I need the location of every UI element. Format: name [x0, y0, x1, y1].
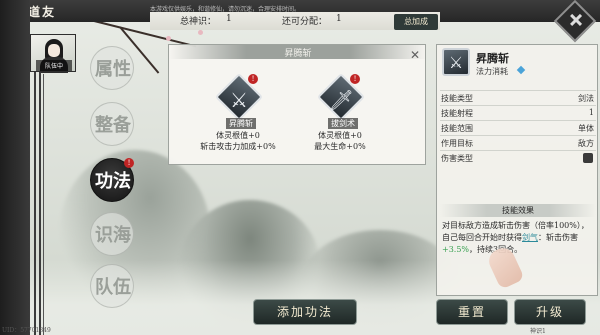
detail-row: 技能范围 单体 [440, 120, 596, 135]
total-sense-label: 总神识： [180, 17, 217, 27]
panel-close-icon[interactable]: ✕ [408, 48, 422, 62]
allocatable-value: 1 [336, 14, 342, 24]
skill-alert-badge: ! [248, 74, 258, 84]
avatar-face [48, 44, 60, 57]
effect-header: 技能效果 [440, 204, 596, 217]
left-strip [0, 0, 30, 335]
skill-detail-icon: ⚔ [442, 48, 470, 76]
frame-line [43, 74, 53, 335]
sword-icon: 🗡 [328, 87, 354, 112]
blossom-deco [166, 36, 171, 41]
detail-row: 作用目标 敌方 [440, 135, 596, 150]
skill-detail-name: 昇腾斩 [476, 52, 509, 65]
tab-attributes[interactable]: 属性 [90, 46, 134, 90]
total-boost-button[interactable]: 总加成 [394, 14, 438, 30]
frame-line [34, 72, 36, 335]
sense-footer-text: 神识1 [530, 328, 546, 335]
sword-icon: ⚔ [230, 87, 248, 112]
skill-detail-panel [436, 44, 598, 296]
effect-text: 对目标敌方造成斩击伤害（倍率100%），自己每回合开始时获得剑气：斩击伤害+3.… [442, 221, 589, 254]
skill-stat-line: 斩击攻击力加成+0% [200, 142, 276, 151]
damage-type-icon [583, 153, 593, 163]
sword-qi-link[interactable]: 剑气 [522, 233, 538, 242]
frame-line [39, 72, 41, 335]
tab-sea-of-consciousness[interactable]: 识海 [90, 212, 134, 256]
skill-name: 拔剑术 [328, 118, 358, 129]
reset-button[interactable]: 重置 [436, 299, 508, 325]
detail-row: 技能类型 剑法 [440, 90, 596, 105]
skill-name: 昇腾斩 [226, 118, 256, 129]
allocatable-label: 还可分配： [282, 17, 328, 27]
uid-text: UID：57701849 [2, 327, 51, 334]
page-title: 道友 [28, 5, 57, 19]
skill-stat-line: 体灵根值+0 [216, 131, 260, 140]
mana-cost-label: 法力消耗 [476, 67, 508, 76]
detail-row: 伤害类型 [440, 150, 596, 165]
add-skill-button[interactable]: 添加功法 [253, 299, 357, 325]
skill-stat-line: 最大生命+0% [314, 142, 366, 151]
panel-title: 昇腾斩 [284, 49, 312, 59]
blossom-deco [198, 30, 203, 35]
upgrade-button[interactable]: 升级 [514, 299, 586, 325]
tab-team[interactable]: 队伍 [90, 264, 134, 308]
skill-stat-line: 体灵根值+0 [318, 131, 362, 140]
sword-icon: ⚔ [448, 53, 464, 72]
detail-row: 技能射程 1 [440, 105, 596, 120]
tab-equipment[interactable]: 整备 [90, 102, 134, 146]
damage-bonus: +3.5% [442, 245, 470, 254]
skill-alert-badge: ! [350, 74, 360, 84]
tab-alert-badge: ! [124, 158, 134, 168]
total-sense-value: 1 [226, 14, 232, 24]
avatar-status-label: 队伍中 [36, 60, 72, 71]
